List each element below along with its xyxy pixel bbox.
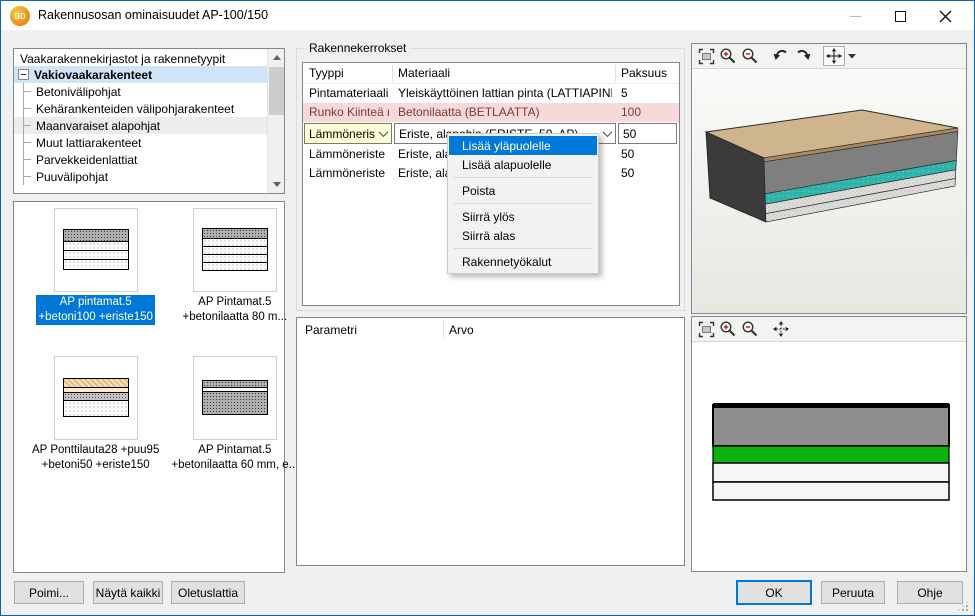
tree-connector-icon	[20, 134, 34, 151]
zoom-in-icon[interactable]	[717, 46, 739, 66]
thumbnail-label: AP Pintamat.5 +betonilaatta 60 mm, e...	[171, 443, 298, 473]
thumbnail-item[interactable]: AP pintamat.5 +betoni100 +eriste150	[32, 208, 159, 346]
tree-connector-icon	[20, 83, 34, 100]
tree-item-betonivalipohjat[interactable]: Betonivälipohjat	[14, 83, 267, 100]
tree-connector-icon	[20, 151, 34, 168]
fit-view-icon[interactable]	[695, 319, 717, 339]
minimize-button[interactable]	[833, 1, 878, 31]
zoom-in-icon[interactable]	[717, 319, 739, 339]
zoom-out-icon[interactable]	[739, 46, 761, 66]
tree-item-keharankenteiden[interactable]: Kehärankenteiden välipohjarakenteet	[14, 100, 267, 117]
table-row[interactable]: Runko Kiinteä r... Betonilaatta (BETLAAT…	[303, 103, 679, 122]
titlebar: BD Rakennusosan ominaisuudet AP-100/150	[1, 1, 974, 31]
pan-mode-icon[interactable]	[823, 46, 845, 66]
menu-item-delete[interactable]: Poista	[449, 181, 597, 200]
chevron-down-icon[interactable]	[375, 130, 391, 137]
tree-scrollbar[interactable]	[267, 49, 284, 193]
close-icon	[939, 10, 952, 23]
thumbnail-item[interactable]: AP Pintamat.5 +betonilaatta 80 m...	[171, 208, 298, 346]
thickness-input[interactable]	[618, 123, 677, 144]
thumbnail-item[interactable]: AP Ponttilauta28 +puu95 +betoni50 +erist…	[32, 356, 159, 494]
column-header-materiaali: Materiaali	[398, 66, 450, 80]
zoom-out-icon[interactable]	[739, 319, 761, 339]
tree-item-muut-lattiarakenteet[interactable]: Muut lattiarakenteet	[14, 134, 267, 151]
scroll-up-icon[interactable]	[268, 49, 285, 66]
tree-caption: Vaakarakennekirjastot ja rakennetyypit	[14, 49, 267, 66]
menu-item-move-up[interactable]: Siirrä ylös	[449, 207, 597, 226]
close-button[interactable]	[923, 1, 968, 31]
table-row[interactable]: Pintamateriaali Yleiskäyttöinen lattian …	[303, 84, 679, 103]
tree-item-maanvaraiset-alapohjat[interactable]: Maanvaraiset alapohjat	[14, 117, 267, 134]
resize-grip[interactable]	[958, 601, 968, 611]
layer-type-combobox[interactable]: Lämmöneriste	[304, 123, 392, 144]
tree-connector-icon	[20, 168, 34, 185]
menu-separator	[454, 203, 592, 204]
menu-item-add-below[interactable]: Lisää alapuolelle	[449, 155, 597, 174]
chevron-down-icon[interactable]	[599, 130, 615, 137]
column-header-arvo: Arvo	[449, 323, 474, 337]
thumbnail-label: AP Pintamat.5 +betonilaatta 80 m...	[183, 295, 288, 325]
rotate-right-icon[interactable]	[792, 46, 814, 66]
layer-context-menu: Lisää yläpuolelle Lisää alapuolelle Pois…	[447, 133, 599, 274]
menu-item-add-above[interactable]: Lisää yläpuolelle	[449, 136, 597, 155]
table-header: Tyyppi Materiaali Paksuus	[303, 63, 679, 84]
rotate-left-icon[interactable]	[770, 46, 792, 66]
collapse-icon[interactable]	[18, 69, 29, 80]
menu-item-move-down[interactable]: Siirrä alas	[449, 226, 597, 245]
ok-button[interactable]: OK	[736, 580, 812, 605]
viewport-3d[interactable]	[692, 69, 966, 313]
cancel-button[interactable]: Peruuta	[821, 581, 885, 604]
menu-item-structure-tools[interactable]: Rakennetyökalut	[449, 252, 597, 271]
help-button[interactable]: Ohje	[897, 581, 963, 604]
pan-icon[interactable]	[770, 319, 792, 339]
scroll-down-icon[interactable]	[268, 176, 285, 193]
tree-item-vakiovaakarakenteet[interactable]: Vakiovaakarakenteet	[14, 66, 267, 83]
menu-separator	[454, 177, 592, 178]
library-tree-panel: Vaakarakennekirjastot ja rakennetyypit V…	[13, 48, 285, 194]
minimize-icon	[850, 16, 861, 17]
toolbar-2d	[692, 317, 966, 342]
fit-view-icon[interactable]	[695, 46, 717, 66]
tree-connector-icon	[20, 100, 34, 117]
toolbar-3d	[692, 44, 966, 69]
structure-preview-image	[193, 208, 277, 292]
maximize-icon	[895, 11, 906, 22]
thumbnail-label: AP pintamat.5 +betoni100 +eriste150	[36, 295, 154, 325]
preview-3d-panel	[691, 43, 967, 314]
app-icon: BD	[10, 6, 30, 26]
default-floor-button[interactable]: Oletuslattia	[171, 581, 245, 604]
parameters-panel: Parametri Arvo	[296, 317, 685, 566]
dropdown-caret-icon[interactable]	[845, 46, 859, 66]
column-header-paksuus: Paksuus	[621, 66, 667, 80]
tree-item-puuvalipohjat[interactable]: Puuvälipohjat	[14, 168, 267, 185]
viewport-2d[interactable]	[692, 342, 966, 571]
structure-preview-image	[193, 356, 277, 440]
tree-connector-icon	[20, 117, 34, 134]
column-header-parametri: Parametri	[305, 323, 357, 337]
maximize-button[interactable]	[878, 1, 923, 31]
structure-preview-image	[54, 356, 138, 440]
menu-separator	[454, 248, 592, 249]
tree-item-parvekkeidenlattiat[interactable]: Parvekkeidenlattiat	[14, 151, 267, 168]
show-all-button[interactable]: Näytä kaikki	[93, 581, 163, 604]
structure-thumbnail-panel: AP pintamat.5 +betoni100 +eriste150 AP P…	[13, 201, 285, 573]
preview-2d-panel	[691, 316, 967, 572]
scrollbar-thumb[interactable]	[269, 67, 284, 115]
dialog-window: BD Rakennusosan ominaisuudet AP-100/150 …	[0, 0, 975, 616]
thumbnail-label: AP Ponttilauta28 +puu95 +betoni50 +erist…	[32, 443, 159, 473]
window-title: Rakennusosan ominaisuudet AP-100/150	[38, 8, 268, 22]
pick-button[interactable]: Poimi...	[14, 581, 84, 604]
thumbnail-item[interactable]: AP Pintamat.5 +betonilaatta 60 mm, e...	[171, 356, 298, 494]
slab-cross-section	[692, 342, 966, 571]
column-header-tyyppi: Tyyppi	[309, 66, 344, 80]
structure-preview-image	[54, 208, 138, 292]
groupbox-title: Rakennekerrokset	[305, 41, 410, 55]
slab-3d-illustration	[692, 69, 966, 313]
